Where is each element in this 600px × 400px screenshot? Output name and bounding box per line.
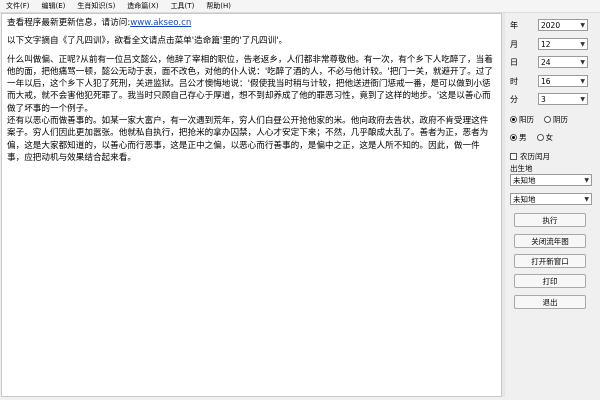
menu-file[interactable]: 文件(F) [0,0,36,12]
control-panel: 年 2020 ▼ 月 12 ▼ 日 24 ▼ 时 16 ▼ 分 3 ▼ 阳历 阴历 男 女… [506,13,600,400]
chevron-down-icon: ▼ [580,40,585,48]
hour-select[interactable]: 16 ▼ [538,75,588,87]
menu-edit[interactable]: 编辑(E) [36,0,72,12]
minute-label: 分 [510,94,518,104]
paragraph-2: 还有以恶心而做善事的。如某一家大富户，有一次遇到荒年，穷人们白昼公开抢他家的米。… [7,116,489,163]
chevron-down-icon: ▼ [580,58,585,66]
leap-month-label: 农历闰月 [520,152,550,161]
execute-button[interactable]: 执行 [514,213,586,227]
excerpt-intro: 以下文字摘自《了凡四训》，欲看全文请点击菜单'造命篇'里的'了凡四训'。 [7,36,288,47]
year-label: 年 [510,20,518,30]
splitter[interactable] [502,13,505,397]
birthplace-label: 出生地 [510,164,533,173]
minute-row: 分 3 ▼ [510,93,588,105]
chevron-down-icon: ▼ [580,77,585,85]
month-select[interactable]: 12 ▼ [538,38,588,50]
female-label: 女 [545,133,554,142]
menu-tools[interactable]: 工具(T) [165,0,201,12]
birthplace-row-2: 未知地 ▼ [510,193,592,205]
chevron-down-icon: ▼ [580,21,585,29]
menu-fate-making[interactable]: 造命篇(X) [121,0,164,12]
calendar-radios: 阳历 阴历 [510,114,578,125]
year-select[interactable]: 2020 ▼ [538,19,588,31]
month-row: 月 12 ▼ [510,38,588,50]
minute-select[interactable]: 3 ▼ [538,93,588,105]
hour-row: 时 16 ▼ [510,75,588,87]
leap-month-row: 农历闰月 [510,151,560,162]
male-radio[interactable] [510,134,517,141]
month-label: 月 [510,39,518,49]
male-label: 男 [519,133,527,142]
open-new-window-button[interactable]: 打开新窗口 [514,254,586,268]
close-flow-chart-button[interactable]: 关闭流年图 [514,234,586,248]
paragraph-1: 什么叫做偏、正呢?从前有一位吕文懿公，他辞了宰相的职位，告老返乡，人们都非常尊敬… [7,54,493,114]
birthplace-row-1: 未知地 ▼ [510,174,592,186]
day-row: 日 24 ▼ [510,56,588,68]
birthplace-select-1[interactable]: 未知地 ▼ [510,174,592,186]
menu-bar: 文件(F) 编辑(E) 生肖知识(S) 造命篇(X) 工具(T) 帮助(H) [0,0,600,13]
chevron-down-icon: ▼ [584,176,589,184]
lunar-label: 阴历 [553,115,568,124]
lunar-radio[interactable] [544,116,551,123]
print-button[interactable]: 打印 [514,274,586,288]
menu-help[interactable]: 帮助(H) [200,0,237,12]
year-row: 年 2020 ▼ [510,19,588,31]
birthplace-select-2[interactable]: 未知地 ▼ [510,193,592,205]
text-area[interactable]: 查看程序最新更新信息，请访问:www.akseo.cn 以下文字摘自《了凡四训》… [1,13,502,397]
update-line: 查看程序最新更新信息，请访问:www.akseo.cn [7,17,496,29]
exit-button[interactable]: 退出 [514,295,586,309]
solar-radio[interactable] [510,116,517,123]
chevron-down-icon: ▼ [580,95,585,103]
hour-label: 时 [510,76,518,86]
leap-month-checkbox[interactable] [510,153,517,160]
menu-zodiac-knowledge[interactable]: 生肖知识(S) [71,0,121,12]
website-link[interactable]: www.akseo.cn [130,18,191,28]
day-label: 日 [510,57,518,67]
solar-label: 阳历 [519,115,534,124]
female-radio[interactable] [536,134,544,141]
day-select[interactable]: 24 ▼ [538,56,588,68]
update-text: 查看程序最新更新信息，请访问: [7,18,131,28]
chevron-down-icon: ▼ [584,195,589,203]
gender-radios: 男 女 [510,132,563,143]
